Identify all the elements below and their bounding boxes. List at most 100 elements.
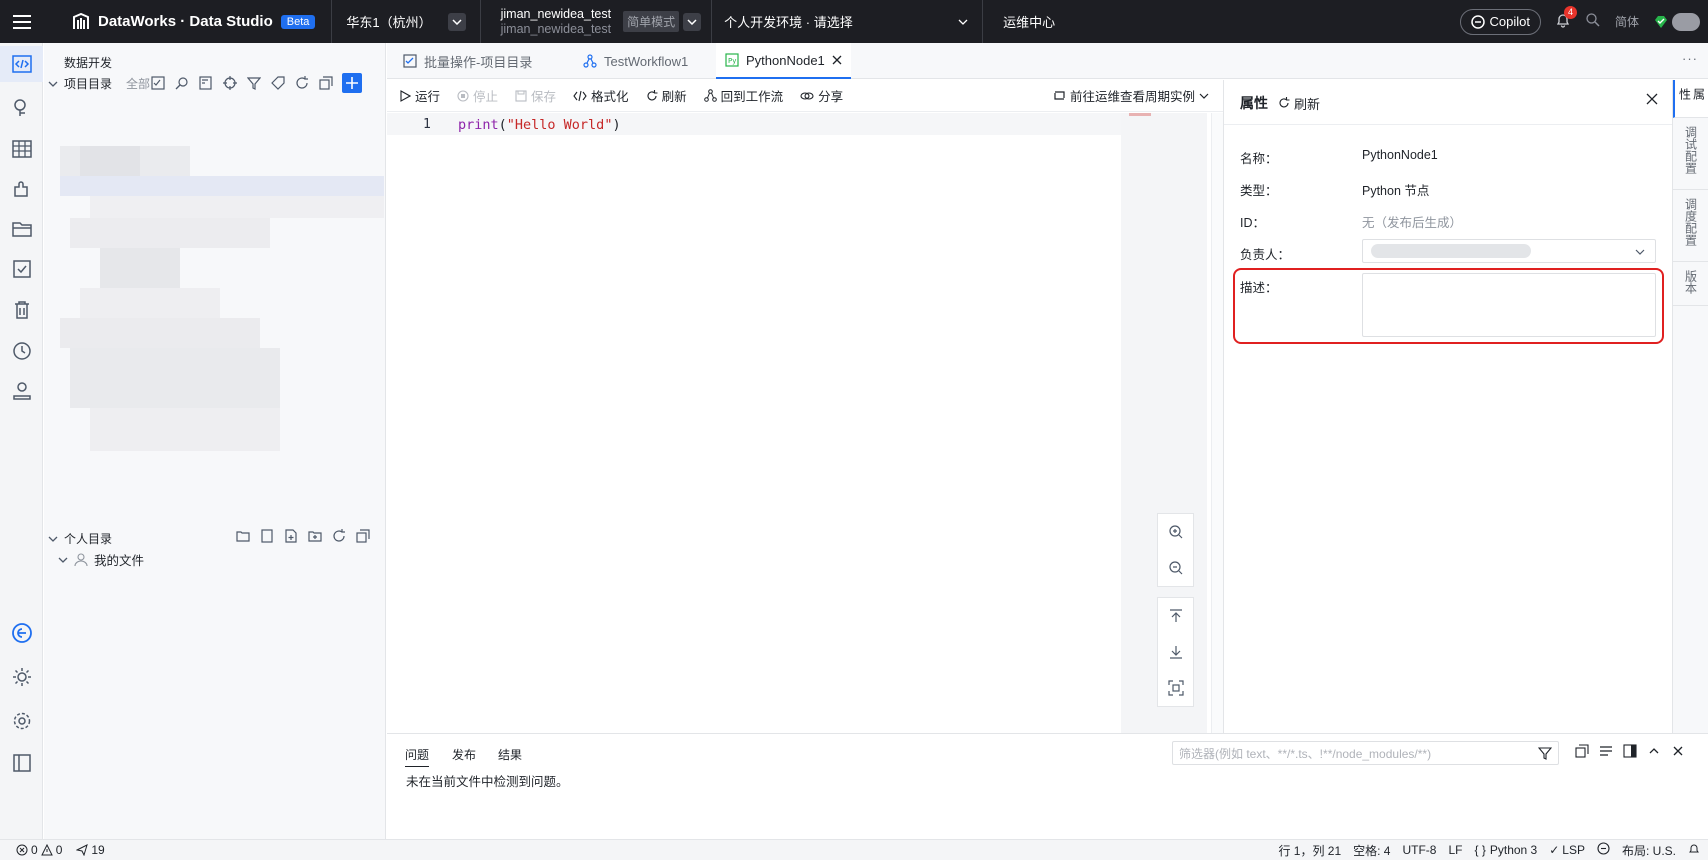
problems-filter-input[interactable]: 筛选器(例如 text、**/*.ts、!**/node_modules/**): [1172, 741, 1559, 765]
notification-bell-icon[interactable]: 4: [1555, 6, 1577, 31]
editor-scrollbar[interactable]: [1211, 113, 1223, 733]
tab-python-node[interactable]: Py PythonNode1: [716, 43, 851, 79]
workspace-selector[interactable]: jiman_newidea_test jiman_newidea_test: [481, 0, 624, 43]
split-panel-icon[interactable]: [1623, 744, 1637, 761]
close-icon[interactable]: [1646, 93, 1658, 108]
properties-refresh-button[interactable]: 刷新: [1278, 94, 1320, 113]
save-button[interactable]: 保存: [515, 86, 556, 105]
refresh-icon: [1279, 97, 1290, 108]
cursor-position[interactable]: 行 1，列 21: [1278, 842, 1341, 859]
end-of-line[interactable]: LF: [1448, 843, 1462, 857]
product-logo[interactable]: DataWorks · Data Studio Beta: [43, 0, 331, 43]
table-icon[interactable]: [0, 131, 43, 167]
close-icon[interactable]: [832, 55, 842, 65]
my-files-item[interactable]: 我的文件: [58, 550, 144, 569]
tag-icon[interactable]: [270, 75, 286, 91]
new-folder-icon[interactable]: [235, 528, 251, 544]
zoom-in-icon[interactable]: [1158, 514, 1193, 550]
list-icon[interactable]: [1599, 744, 1613, 761]
file-search-icon[interactable]: [198, 75, 214, 91]
back-to-workflow-button[interactable]: 回到工作流: [703, 86, 783, 105]
folder-icon[interactable]: [0, 211, 43, 247]
ops-center-link[interactable]: 运维中心: [983, 0, 1075, 43]
search-icon[interactable]: [1585, 12, 1601, 31]
highlight-box: [1233, 268, 1664, 344]
editor-tabs: 批量操作-项目目录 TestWorkflow1 Py PythonNode1 ·…: [387, 43, 1708, 79]
stop-button[interactable]: 停止: [457, 86, 498, 105]
rail-tab-version[interactable]: 版本: [1673, 262, 1708, 306]
env-selector[interactable]: 个人开发环境 · 请选择: [712, 0, 982, 43]
chevron-down-icon: [1635, 249, 1645, 255]
refresh-icon[interactable]: [331, 528, 347, 544]
collapse-all-icon[interactable]: [355, 528, 371, 544]
tab-problems[interactable]: 问题: [405, 746, 430, 767]
project-dir-header[interactable]: 项目目录 全部: [48, 75, 150, 92]
add-folder-icon[interactable]: [307, 528, 323, 544]
more-icon[interactable]: ···: [1682, 51, 1698, 66]
code-icon[interactable]: [0, 46, 43, 82]
copilot-nav-icon[interactable]: [0, 615, 43, 651]
run-button[interactable]: 运行: [399, 86, 440, 105]
personal-dir-header[interactable]: 个人目录: [48, 530, 112, 547]
tab-workflow[interactable]: TestWorkflow1: [577, 43, 694, 79]
scroll-top-icon[interactable]: [1158, 598, 1193, 634]
scroll-bottom-icon[interactable]: [1158, 634, 1193, 670]
add-icon[interactable]: [342, 73, 362, 93]
region-selector[interactable]: 华东1（杭州）: [332, 0, 479, 43]
language-mode[interactable]: { } Python 3: [1475, 843, 1538, 857]
user-icon[interactable]: [0, 373, 43, 409]
problems-status[interactable]: 0 0: [16, 843, 62, 857]
commits-status[interactable]: 19: [76, 843, 105, 857]
language-switch[interactable]: 简体: [1615, 13, 1639, 30]
tab-publish[interactable]: 发布: [452, 746, 476, 763]
rail-tab-schedule[interactable]: 调度配置: [1673, 190, 1708, 262]
encoding[interactable]: UTF-8: [1402, 843, 1436, 857]
user-menu[interactable]: [1653, 12, 1700, 31]
lsp-status[interactable]: ✓ LSP: [1549, 843, 1585, 857]
toggle-sidebar-icon[interactable]: [0, 745, 43, 781]
refresh-button[interactable]: 刷新: [646, 86, 687, 105]
filter-icon[interactable]: [1538, 747, 1552, 760]
filter-icon[interactable]: [246, 75, 262, 91]
owner-select[interactable]: [1362, 239, 1656, 263]
copilot-status-icon[interactable]: [1597, 842, 1610, 858]
clock-icon[interactable]: [0, 333, 43, 369]
indentation[interactable]: 空格: 4: [1353, 842, 1390, 859]
batch-select-icon[interactable]: [150, 75, 166, 91]
scroll-controls: [1157, 597, 1194, 707]
theme-icon[interactable]: [0, 659, 43, 695]
project-filter[interactable]: 全部: [126, 75, 150, 92]
search-icon[interactable]: [174, 75, 190, 91]
tab-batch-ops[interactable]: 批量操作-项目目录: [397, 43, 538, 79]
share-button[interactable]: 分享: [800, 86, 843, 105]
tab-results[interactable]: 结果: [498, 746, 522, 763]
plugin-icon[interactable]: [0, 171, 43, 207]
refresh-label: 刷新: [661, 90, 687, 104]
code-line[interactable]: print("Hello World"): [458, 117, 621, 133]
goto-ops-button[interactable]: 前往运维查看周期实例: [1053, 86, 1209, 105]
keyboard-layout[interactable]: 布局: U.S.: [1622, 842, 1676, 859]
new-file-icon[interactable]: [259, 528, 275, 544]
notification-icon[interactable]: [1688, 843, 1700, 858]
gear-icon[interactable]: [0, 703, 43, 739]
zoom-out-icon[interactable]: [1158, 550, 1193, 586]
fit-view-icon[interactable]: [1158, 670, 1193, 706]
refresh-icon[interactable]: [294, 75, 310, 91]
trash-icon[interactable]: [0, 292, 43, 328]
checklist-icon[interactable]: [0, 251, 43, 287]
chevron-up-icon[interactable]: [1647, 744, 1661, 761]
python-file-icon: Py: [725, 53, 739, 67]
mode-selector[interactable]: 简单模式: [623, 11, 711, 32]
hamburger-menu-icon[interactable]: [0, 0, 43, 43]
close-icon[interactable]: [1671, 744, 1685, 761]
data-map-icon[interactable]: [0, 90, 43, 126]
code-editor[interactable]: 1 print("Hello World"): [387, 113, 1121, 733]
locate-icon[interactable]: [222, 75, 238, 91]
rail-tab-debug[interactable]: 调试配置: [1673, 118, 1708, 190]
format-button[interactable]: 格式化: [573, 86, 629, 105]
copilot-button[interactable]: Copilot: [1459, 8, 1541, 35]
collapse-all-icon[interactable]: [318, 75, 334, 91]
copy-icon[interactable]: [1575, 744, 1589, 761]
add-file-icon[interactable]: [283, 528, 299, 544]
rail-tab-properties[interactable]: 属性: [1673, 80, 1708, 118]
